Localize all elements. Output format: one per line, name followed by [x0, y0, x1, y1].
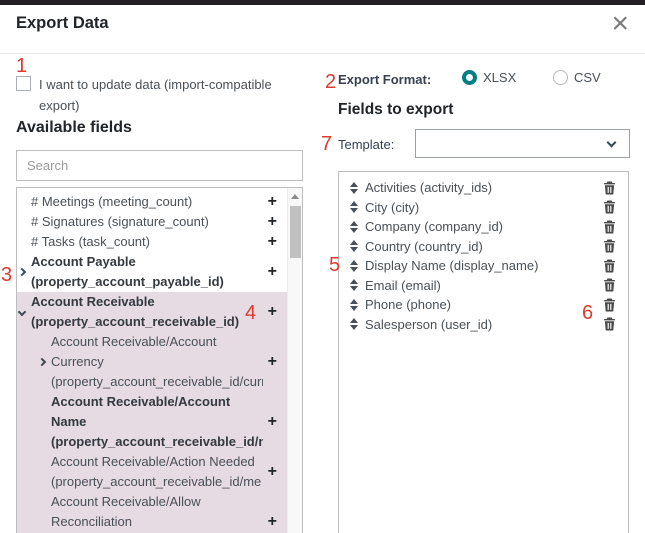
- add-field-plus-icon[interactable]: +: [263, 513, 277, 531]
- export-field-label: Activities (activity_ids): [365, 178, 596, 197]
- drag-sort-icon[interactable]: [350, 221, 358, 233]
- trash-icon[interactable]: [603, 200, 617, 214]
- available-field-row[interactable]: # Meetings (meeting_count) +: [17, 192, 287, 212]
- template-label: Template:: [338, 137, 394, 152]
- available-field-row[interactable]: Account Receivable/Action Needed (proper…: [17, 452, 287, 492]
- available-fields-heading: Available fields: [16, 119, 132, 137]
- radio-icon[interactable]: [553, 70, 568, 85]
- add-field-plus-icon[interactable]: +: [263, 353, 277, 371]
- template-select[interactable]: [415, 129, 630, 158]
- export-field-row[interactable]: Country (country_id): [339, 237, 628, 257]
- available-field-label: Account Receivable/Account Name (propert…: [51, 392, 263, 452]
- export-fields-list: Activities (activity_ids) City (city) Co…: [338, 171, 629, 533]
- checkbox-label: I want to update data (import-compatible…: [39, 74, 284, 116]
- available-fields-rows: # Meetings (meeting_count) + # Signature…: [17, 188, 287, 533]
- trash-icon[interactable]: [603, 259, 617, 273]
- drag-sort-icon[interactable]: [350, 201, 358, 213]
- drag-sort-icon[interactable]: [350, 318, 358, 330]
- available-field-row[interactable]: Account Receivable/Account Name (propert…: [17, 392, 287, 452]
- browser-top-strip: [0, 0, 645, 5]
- close-icon[interactable]: ×: [611, 8, 629, 40]
- chevron-down-icon: [607, 138, 617, 148]
- add-field-plus-icon[interactable]: +: [263, 233, 277, 251]
- available-field-label: Account Receivable/Account Currency (pro…: [51, 332, 263, 392]
- export-field-label: Country (country_id): [365, 237, 596, 256]
- checkbox-icon[interactable]: [16, 76, 31, 91]
- trash-icon[interactable]: [603, 298, 617, 312]
- add-field-plus-icon[interactable]: +: [263, 413, 277, 431]
- add-field-plus-icon[interactable]: +: [263, 193, 277, 211]
- export-field-row[interactable]: Display Name (display_name): [339, 256, 628, 276]
- trash-icon[interactable]: [603, 181, 617, 195]
- scrollbar-thumb[interactable]: [290, 206, 301, 258]
- available-fields-list: # Meetings (meeting_count) + # Signature…: [16, 187, 303, 533]
- available-field-label: Account Receivable (property_account_rec…: [31, 292, 263, 332]
- annotation-7: 7: [321, 134, 332, 154]
- annotation-5: 5: [329, 255, 340, 275]
- trash-icon[interactable]: [603, 220, 617, 234]
- trash-icon[interactable]: [603, 317, 617, 331]
- add-field-plus-icon[interactable]: +: [263, 213, 277, 231]
- export-field-row[interactable]: City (city): [339, 198, 628, 218]
- drag-sort-icon[interactable]: [350, 182, 358, 194]
- trash-icon[interactable]: [603, 278, 617, 292]
- drag-sort-icon[interactable]: [350, 299, 358, 311]
- expand-chevron-icon[interactable]: [18, 308, 26, 316]
- export-field-label: Display Name (display_name): [365, 256, 596, 275]
- add-field-plus-icon[interactable]: +: [263, 263, 277, 281]
- available-field-label: Account Receivable/Action Needed (proper…: [51, 452, 263, 492]
- scrollbar-up-icon[interactable]: [291, 194, 299, 199]
- available-field-row[interactable]: Account Payable (property_account_payabl…: [17, 252, 287, 292]
- available-field-row[interactable]: # Tasks (task_count) +: [17, 232, 287, 252]
- radio-label: CSV: [574, 70, 601, 85]
- annotation-4: 4: [245, 303, 256, 323]
- radio-icon[interactable]: [462, 70, 477, 85]
- export-field-row[interactable]: Email (email): [339, 276, 628, 296]
- dialog-title: Export Data: [16, 14, 109, 33]
- add-field-plus-icon[interactable]: +: [263, 303, 277, 321]
- add-field-plus-icon[interactable]: +: [263, 463, 277, 481]
- annotation-2: 2: [325, 72, 336, 92]
- export-field-label: Company (company_id): [365, 217, 596, 236]
- available-field-label: # Meetings (meeting_count): [31, 192, 263, 212]
- export-field-label: Phone (phone): [365, 295, 596, 314]
- scrollbar[interactable]: [287, 188, 302, 533]
- update-data-checkbox-row[interactable]: I want to update data (import-compatible…: [16, 74, 284, 116]
- export-format-row: Export Format: XLSX CSV: [338, 70, 633, 90]
- drag-sort-icon[interactable]: [350, 279, 358, 291]
- export-field-label: Salesperson (user_id): [365, 315, 596, 334]
- available-field-row[interactable]: Account Receivable/Account Currency (pro…: [17, 332, 287, 392]
- drag-sort-icon[interactable]: [350, 260, 358, 272]
- available-field-label: Account Payable (property_account_payabl…: [31, 252, 263, 292]
- export-field-label: City (city): [365, 198, 596, 217]
- export-field-row[interactable]: Activities (activity_ids): [339, 178, 628, 198]
- search-input[interactable]: [16, 150, 303, 181]
- export-field-row[interactable]: Company (company_id): [339, 217, 628, 237]
- export-field-label: Email (email): [365, 276, 596, 295]
- annotation-6: 6: [582, 303, 593, 323]
- radio-label: XLSX: [483, 70, 516, 85]
- available-field-label: # Signatures (signature_count): [31, 212, 263, 232]
- expand-chevron-icon[interactable]: [18, 268, 26, 276]
- available-field-row[interactable]: Account Receivable/Allow Reconciliation …: [17, 492, 287, 533]
- available-field-row[interactable]: # Signatures (signature_count) +: [17, 212, 287, 232]
- export-format-label: Export Format:: [338, 72, 431, 87]
- trash-icon[interactable]: [603, 239, 617, 253]
- export-format-radio[interactable]: CSV: [553, 70, 601, 85]
- export-format-radio[interactable]: XLSX: [462, 70, 516, 85]
- available-field-label: # Tasks (task_count): [31, 232, 263, 252]
- annotation-3: 3: [1, 265, 12, 285]
- available-field-label: Account Receivable/Allow Reconciliation …: [51, 492, 263, 533]
- annotation-1: 1: [16, 56, 27, 76]
- fields-to-export-heading: Fields to export: [338, 101, 453, 119]
- drag-sort-icon[interactable]: [350, 240, 358, 252]
- header-divider: [0, 53, 645, 54]
- expand-chevron-icon[interactable]: [38, 358, 46, 366]
